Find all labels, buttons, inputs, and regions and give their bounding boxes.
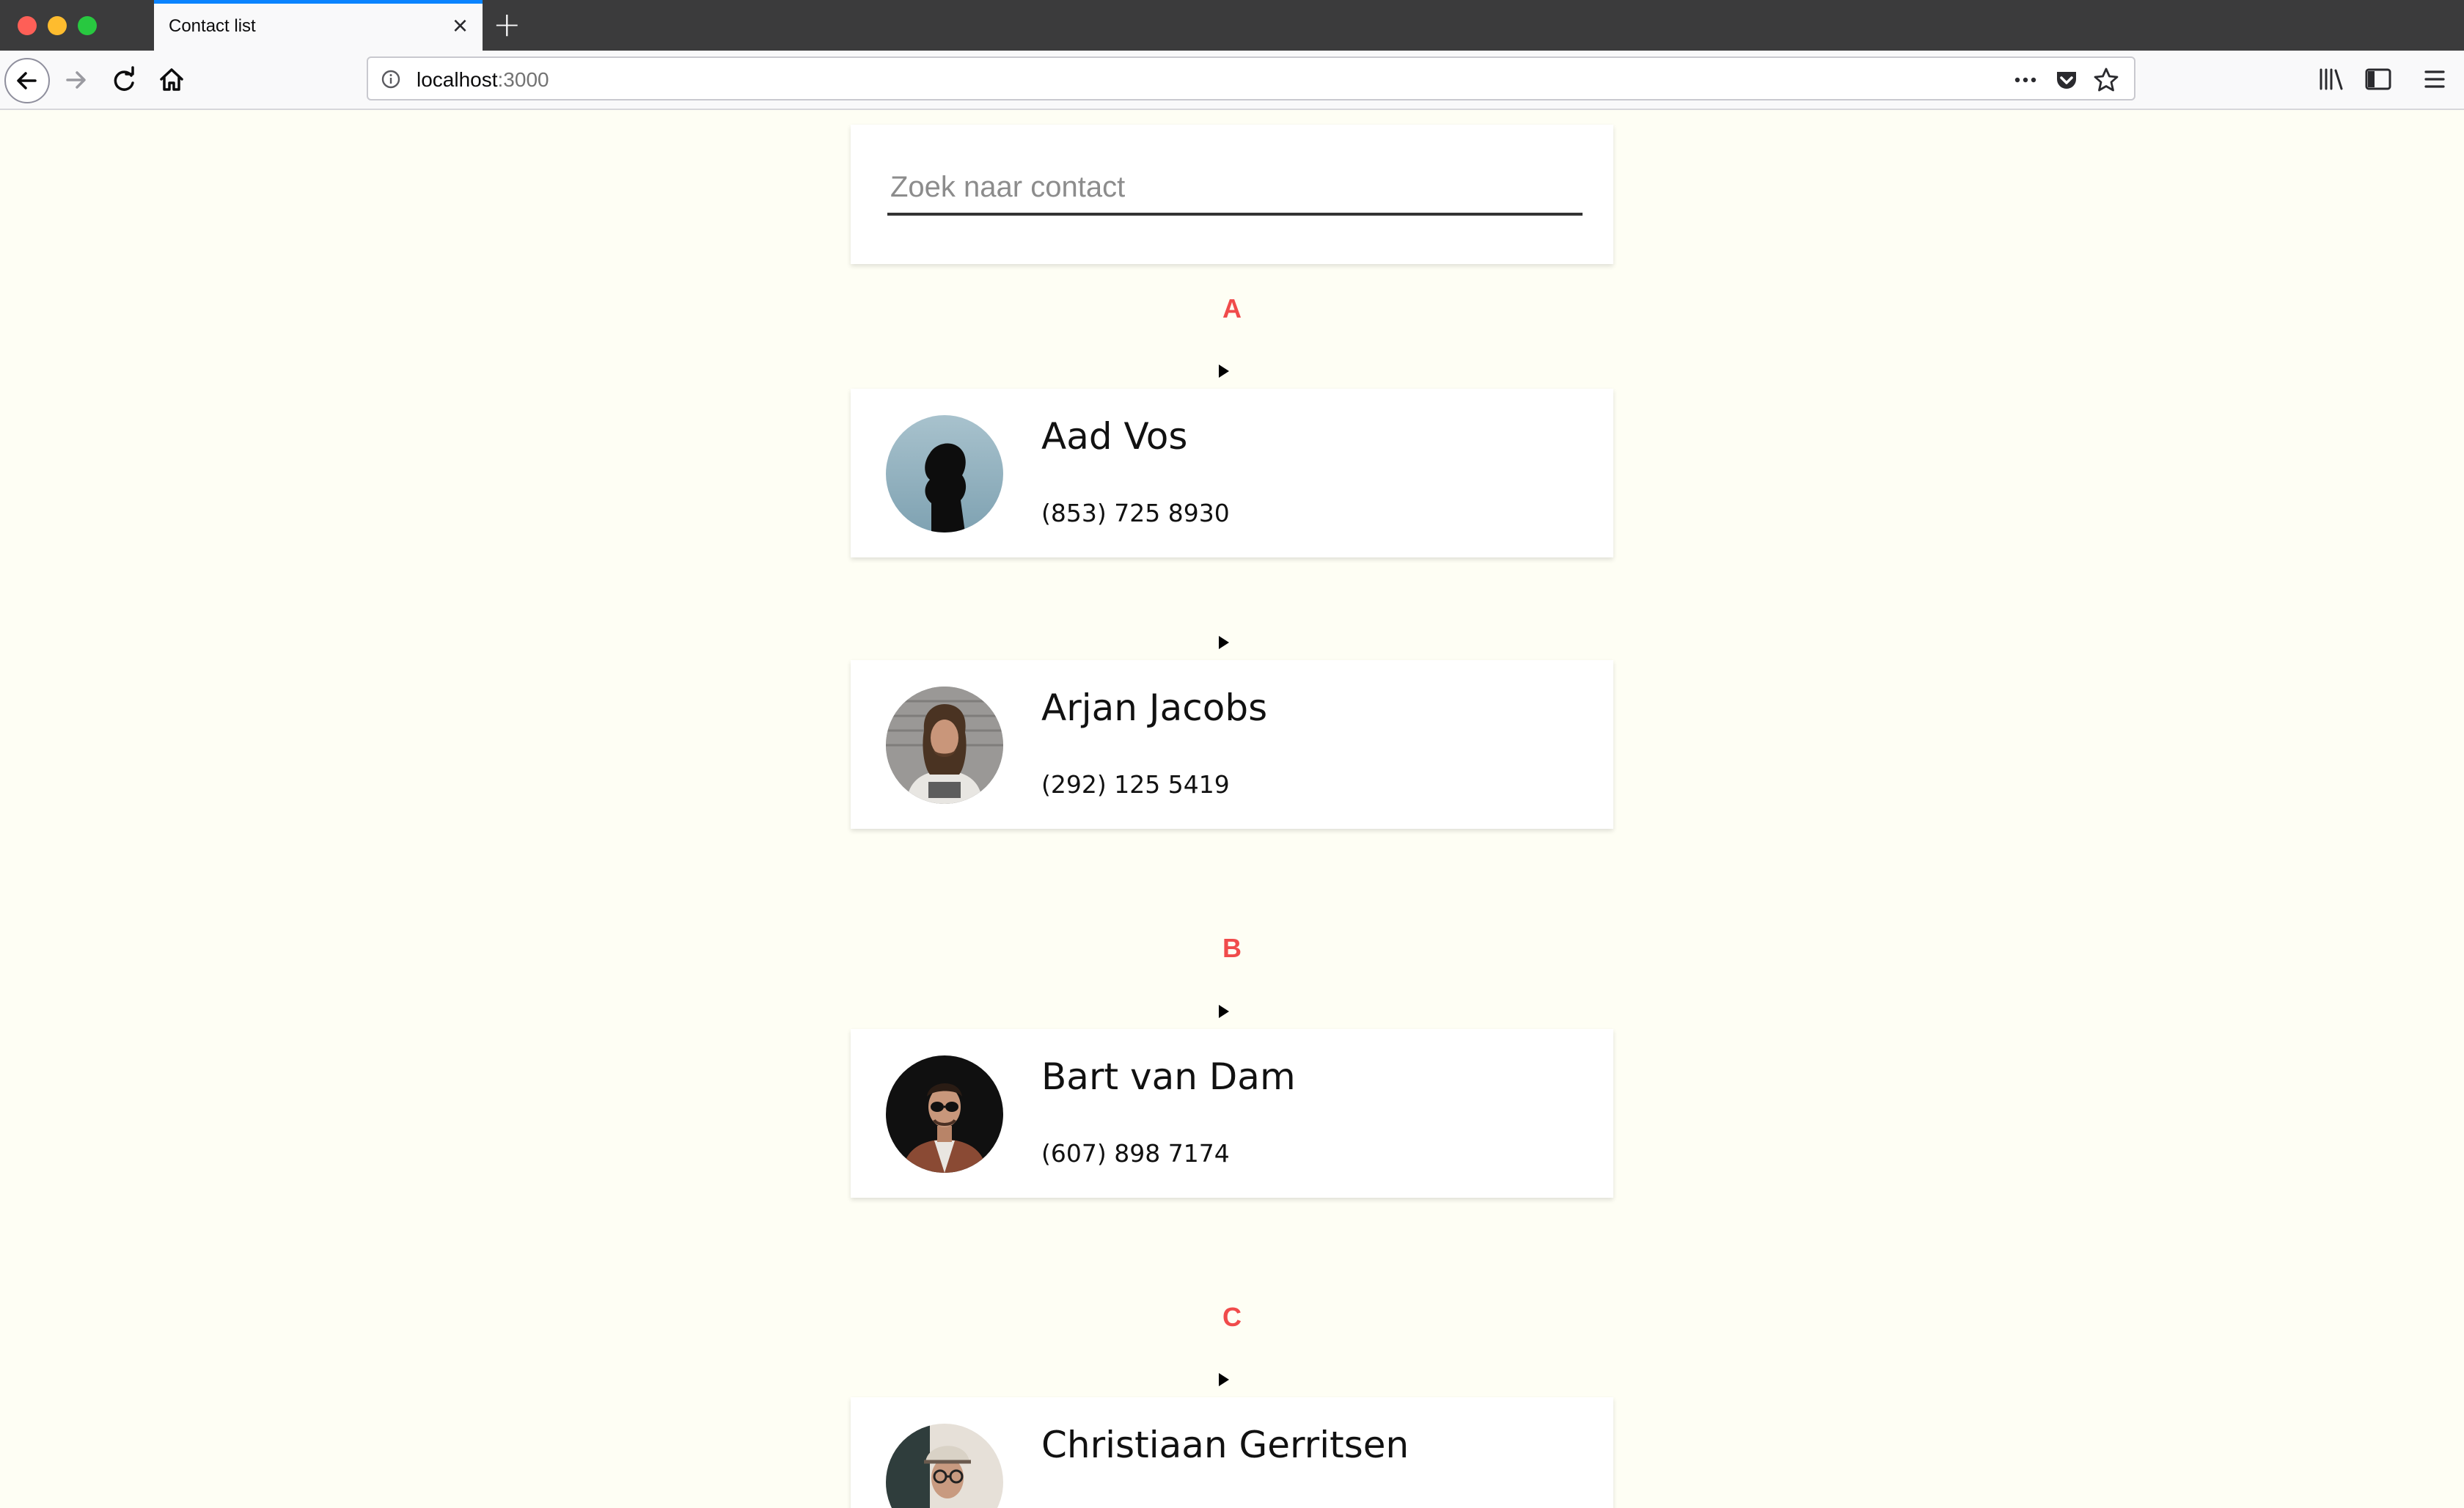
search-input[interactable]: [887, 161, 1583, 216]
bookmark-star-icon[interactable]: [2091, 65, 2121, 95]
contact-phone: (292) 125 5419: [1041, 770, 1230, 799]
pocket-icon[interactable]: [2052, 65, 2081, 95]
hamburger-menu-icon[interactable]: [2417, 61, 2454, 98]
window-close-button[interactable]: [18, 16, 37, 35]
url-text: localhost:3000: [417, 68, 549, 91]
avatar: [886, 415, 1003, 532]
back-button[interactable]: [4, 58, 50, 103]
tab-close-icon[interactable]: ×: [452, 12, 468, 39]
sidebar-toggle-icon[interactable]: [2360, 61, 2397, 98]
sunglasses-portrait-avatar: [886, 1055, 1003, 1173]
forward-arrow-icon: [66, 71, 86, 89]
contact-phone: (607) 898 7174: [1041, 1139, 1230, 1168]
forward-button[interactable]: [56, 59, 97, 100]
hat-glasses-portrait-avatar: [886, 1424, 1003, 1508]
more-actions-icon[interactable]: [2011, 65, 2040, 95]
address-bar[interactable]: localhost:3000: [367, 56, 2135, 100]
contact-name: Christiaan Gerritsen: [1041, 1424, 1409, 1466]
long-hair-portrait-avatar: [886, 687, 1003, 804]
contact-toggle-icon[interactable]: [1219, 1005, 1229, 1018]
reload-icon: [114, 66, 134, 91]
window-zoom-button[interactable]: [78, 16, 97, 35]
library-icon[interactable]: [2314, 61, 2350, 98]
contact-phone: (853) 725 8930: [1041, 499, 1230, 527]
avatar: [886, 687, 1003, 804]
page-content: A Aad Vos (853) 725 8930: [0, 110, 2464, 1508]
contact-toggle-icon[interactable]: [1219, 1373, 1229, 1386]
site-info-icon[interactable]: [380, 68, 402, 90]
tab-title: Contact list: [169, 16, 256, 36]
search-card: [851, 125, 1613, 264]
browser-nav-bar: localhost:3000: [0, 51, 2464, 110]
contact-card[interactable]: Arjan Jacobs (292) 125 5419: [851, 660, 1613, 829]
group-letter-c: C: [1222, 1302, 1242, 1332]
contact-toggle-icon[interactable]: [1219, 365, 1229, 378]
window-minimize-button[interactable]: [48, 16, 67, 35]
back-arrow-icon: [17, 72, 37, 89]
contact-name: Bart van Dam: [1041, 1055, 1296, 1098]
contact-toggle-icon[interactable]: [1219, 636, 1229, 649]
contact-name: Arjan Jacobs: [1041, 687, 1268, 729]
group-letter-b: B: [1222, 933, 1242, 963]
contact-card[interactable]: Bart van Dam (607) 898 7174: [851, 1029, 1613, 1198]
contact-card[interactable]: Aad Vos (853) 725 8930: [851, 389, 1613, 557]
browser-tab-bar: Contact list × +: [0, 0, 2464, 51]
reload-button[interactable]: [104, 59, 145, 100]
avatar: [886, 1055, 1003, 1173]
url-actions: [2011, 65, 2121, 95]
home-button[interactable]: [151, 59, 192, 100]
new-tab-plus-icon[interactable]: +: [493, 6, 521, 43]
contact-card[interactable]: Christiaan Gerritsen: [851, 1397, 1613, 1508]
group-letter-a: A: [1222, 293, 1242, 323]
avatar: [886, 1424, 1003, 1508]
silhouette-portrait-avatar: [886, 415, 1003, 532]
contact-name: Aad Vos: [1041, 415, 1188, 458]
browser-tab-active[interactable]: Contact list ×: [154, 0, 483, 51]
home-icon: [160, 68, 183, 91]
